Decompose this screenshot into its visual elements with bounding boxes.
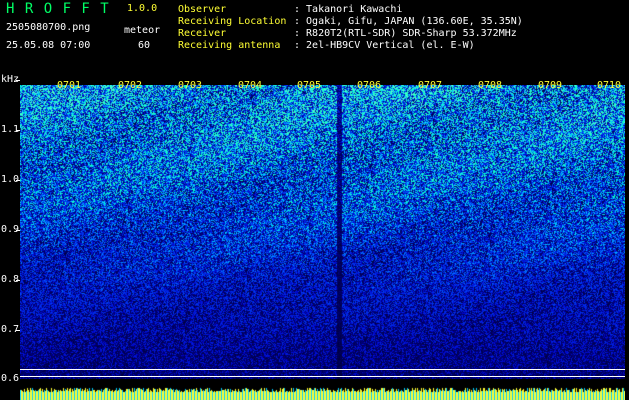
- x-tick-label: 0701: [57, 80, 82, 91]
- x-tick-label: 0704: [238, 80, 263, 91]
- x-tick-label: 0705: [297, 80, 322, 91]
- x-tick-label: 0707: [418, 80, 443, 91]
- y-tick-label: 0.6: [1, 373, 20, 384]
- x-tick-label: 0710: [597, 80, 622, 91]
- signal-level-bar: [20, 379, 625, 400]
- x-tick-label: 0708: [478, 80, 503, 91]
- app-title: H R O F F T: [6, 1, 110, 17]
- location-label: Receiving Location: [178, 16, 287, 27]
- reference-line: [20, 376, 625, 377]
- receiver-value: : R820T2(RTL-SDR) SDR-Sharp 53.372MHz: [294, 28, 517, 39]
- meteor-label: meteor: [124, 25, 161, 36]
- image-filename: 2505080700.png: [6, 22, 91, 33]
- x-tick-label: 0709: [538, 80, 563, 91]
- antenna-value: : 2el-HB9CV Vertical (el. E-W): [294, 40, 475, 51]
- y-tick-mark: [16, 80, 20, 81]
- antenna-label: Receiving antenna: [178, 40, 281, 51]
- app-version: 1.0.0: [127, 3, 158, 14]
- meteor-count: 60: [138, 40, 151, 51]
- location-value: : Ogaki, Gifu, JAPAN (136.60E, 35.35N): [294, 16, 523, 27]
- observer-label: Observer: [178, 4, 227, 15]
- x-tick-label: 0706: [357, 80, 382, 91]
- x-tick-label: 0703: [178, 80, 203, 91]
- observer-value: : Takanori Kawachi: [294, 4, 403, 15]
- x-tick-label: 0702: [118, 80, 143, 91]
- spectrogram: [20, 85, 625, 379]
- observation-datetime: 25.05.08 07:00: [6, 40, 91, 51]
- receiver-label: Receiver: [178, 28, 227, 39]
- reference-line: [20, 369, 625, 370]
